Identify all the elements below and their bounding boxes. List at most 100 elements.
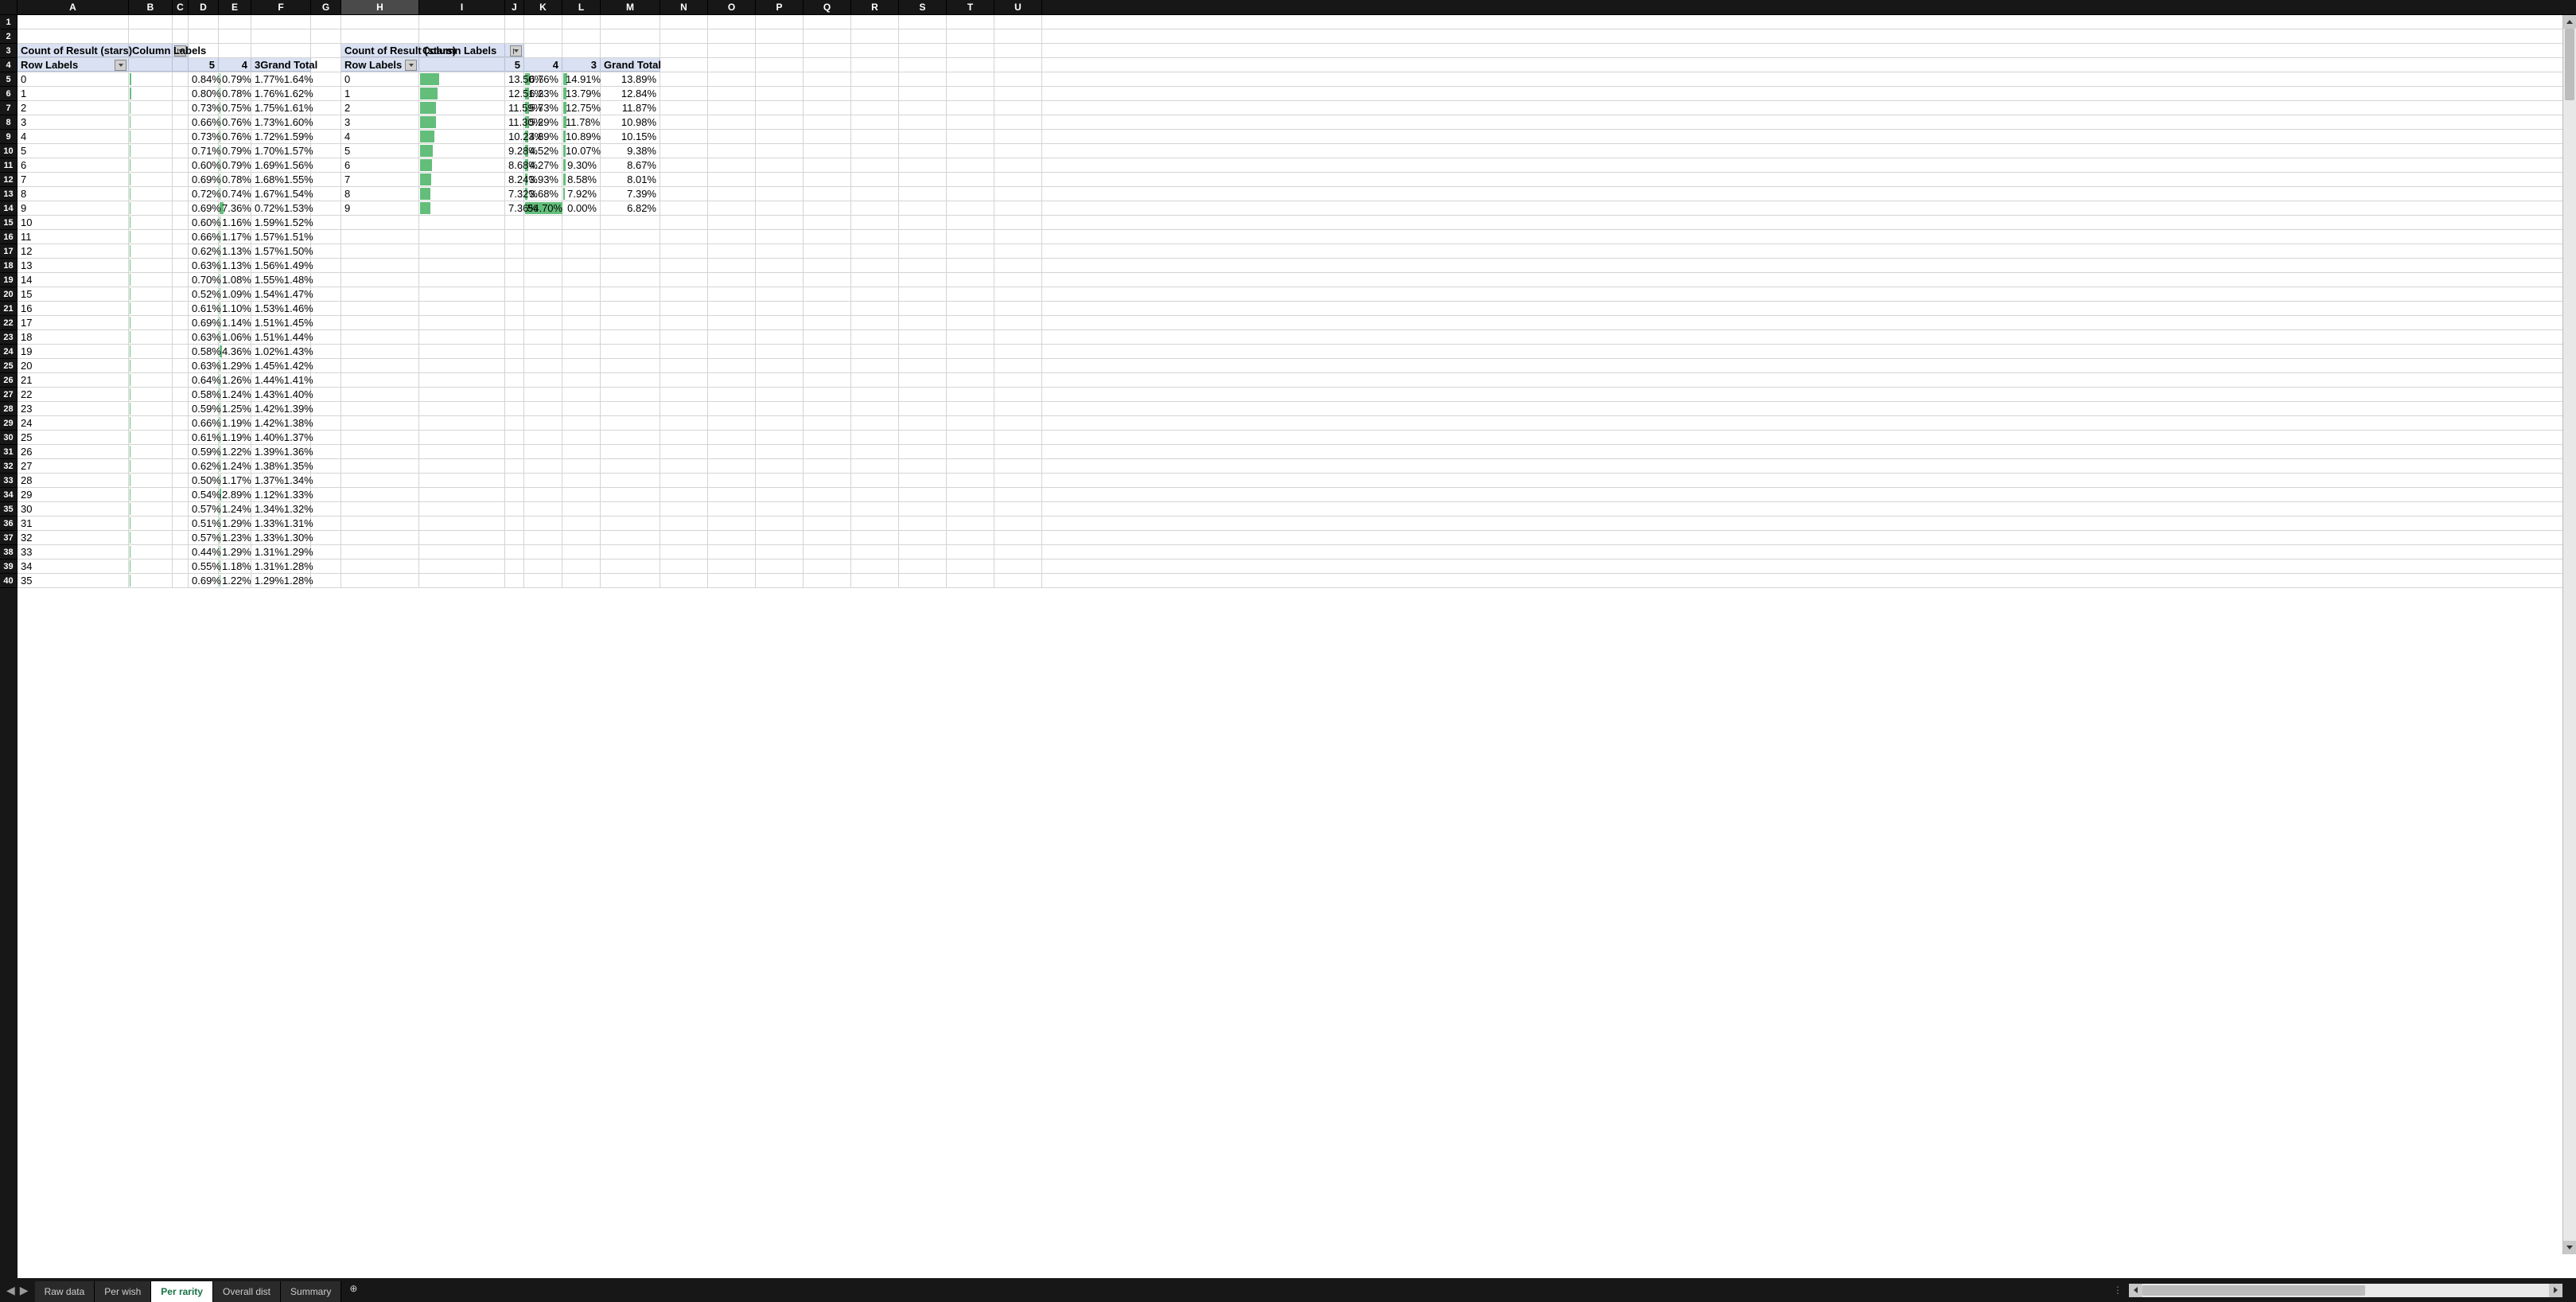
cell[interactable] bbox=[708, 373, 756, 387]
row-header-6[interactable]: 6 bbox=[0, 87, 18, 101]
cell[interactable] bbox=[341, 459, 419, 473]
cell[interactable] bbox=[804, 559, 851, 573]
cell[interactable] bbox=[899, 431, 947, 444]
row-header-33[interactable]: 33 bbox=[0, 474, 18, 488]
row-header-36[interactable]: 36 bbox=[0, 517, 18, 531]
cell[interactable]: 0.69% bbox=[189, 201, 219, 215]
cell[interactable] bbox=[419, 445, 505, 458]
cell[interactable] bbox=[189, 29, 219, 43]
cell[interactable] bbox=[562, 330, 601, 344]
cell[interactable] bbox=[851, 58, 899, 72]
cell[interactable] bbox=[851, 574, 899, 587]
cell[interactable] bbox=[173, 130, 189, 143]
row-header-28[interactable]: 28 bbox=[0, 402, 18, 416]
cell[interactable] bbox=[756, 330, 804, 344]
cell[interactable]: 29 bbox=[18, 488, 129, 501]
cell[interactable]: 1.77%1.64% bbox=[251, 72, 311, 86]
column-header-H[interactable]: H bbox=[341, 0, 419, 14]
row-header-30[interactable]: 30 bbox=[0, 431, 18, 445]
cell[interactable]: 0.79% bbox=[219, 144, 251, 158]
cell[interactable] bbox=[660, 431, 708, 444]
cell[interactable]: 0.72%1.53% bbox=[251, 201, 311, 215]
cell[interactable]: 22 bbox=[18, 388, 129, 401]
row-header-13[interactable]: 13 bbox=[0, 187, 18, 201]
cell[interactable] bbox=[129, 402, 173, 415]
cell[interactable] bbox=[173, 345, 189, 358]
row-header-14[interactable]: 14 bbox=[0, 201, 18, 216]
cell[interactable] bbox=[899, 373, 947, 387]
cell[interactable] bbox=[947, 545, 994, 559]
cell[interactable] bbox=[660, 388, 708, 401]
cell[interactable] bbox=[251, 15, 311, 29]
cell[interactable] bbox=[851, 173, 899, 186]
cell[interactable] bbox=[947, 273, 994, 287]
cell[interactable] bbox=[660, 559, 708, 573]
cell[interactable] bbox=[708, 216, 756, 229]
cell[interactable] bbox=[804, 158, 851, 172]
cell[interactable] bbox=[947, 302, 994, 315]
cell[interactable] bbox=[505, 431, 524, 444]
cell[interactable] bbox=[419, 330, 505, 344]
cell[interactable] bbox=[129, 187, 173, 201]
cell[interactable] bbox=[994, 273, 1042, 287]
cell[interactable] bbox=[562, 373, 601, 387]
cell[interactable]: 1.16% bbox=[219, 216, 251, 229]
cell[interactable] bbox=[311, 431, 341, 444]
cell[interactable]: 1.10% bbox=[219, 302, 251, 315]
cell[interactable] bbox=[756, 474, 804, 487]
cell[interactable] bbox=[851, 545, 899, 559]
cell[interactable] bbox=[756, 416, 804, 430]
row-header-31[interactable]: 31 bbox=[0, 445, 18, 459]
row-header-18[interactable]: 18 bbox=[0, 259, 18, 273]
cell[interactable]: 1.19% bbox=[219, 416, 251, 430]
cell[interactable] bbox=[899, 187, 947, 201]
cell[interactable] bbox=[505, 345, 524, 358]
cell[interactable]: 14 bbox=[18, 273, 129, 287]
cell[interactable] bbox=[947, 15, 994, 29]
cell[interactable] bbox=[899, 216, 947, 229]
cell[interactable] bbox=[994, 101, 1042, 115]
cell[interactable] bbox=[419, 459, 505, 473]
cell[interactable] bbox=[756, 101, 804, 115]
cell[interactable]: 0.80% bbox=[189, 87, 219, 100]
cell[interactable]: 1.13% bbox=[219, 259, 251, 272]
row-header-24[interactable]: 24 bbox=[0, 345, 18, 359]
cell[interactable] bbox=[173, 445, 189, 458]
cell[interactable] bbox=[756, 230, 804, 244]
cell[interactable]: 1 bbox=[18, 87, 129, 100]
cell[interactable] bbox=[524, 216, 562, 229]
cell[interactable] bbox=[524, 388, 562, 401]
row-header-1[interactable]: 1 bbox=[0, 15, 18, 29]
cell[interactable]: 1.59%1.52% bbox=[251, 216, 311, 229]
cell[interactable] bbox=[804, 15, 851, 29]
cell[interactable] bbox=[994, 29, 1042, 43]
cell[interactable] bbox=[601, 302, 660, 315]
cell[interactable] bbox=[994, 72, 1042, 86]
cell[interactable]: 15 bbox=[18, 287, 129, 301]
cell[interactable] bbox=[505, 273, 524, 287]
cell[interactable] bbox=[994, 259, 1042, 272]
cell[interactable] bbox=[899, 445, 947, 458]
cell[interactable] bbox=[660, 373, 708, 387]
column-header-S[interactable]: S bbox=[899, 0, 947, 14]
cell[interactable] bbox=[756, 44, 804, 57]
cell[interactable] bbox=[804, 187, 851, 201]
column-header-I[interactable]: I bbox=[419, 0, 505, 14]
cell[interactable] bbox=[129, 517, 173, 530]
cell[interactable] bbox=[708, 158, 756, 172]
cell[interactable] bbox=[311, 173, 341, 186]
cell[interactable] bbox=[851, 244, 899, 258]
cell[interactable]: 1.43%1.40% bbox=[251, 388, 311, 401]
cell[interactable]: 2 bbox=[18, 101, 129, 115]
cell[interactable] bbox=[129, 259, 173, 272]
cell[interactable] bbox=[756, 531, 804, 544]
cell[interactable] bbox=[505, 230, 524, 244]
cell[interactable] bbox=[947, 230, 994, 244]
cell[interactable] bbox=[756, 502, 804, 516]
cell[interactable]: 0.55% bbox=[189, 559, 219, 573]
cell[interactable] bbox=[756, 345, 804, 358]
cell[interactable] bbox=[601, 287, 660, 301]
cell[interactable] bbox=[311, 158, 341, 172]
cell[interactable]: 17 bbox=[18, 316, 129, 329]
cell[interactable] bbox=[341, 559, 419, 573]
